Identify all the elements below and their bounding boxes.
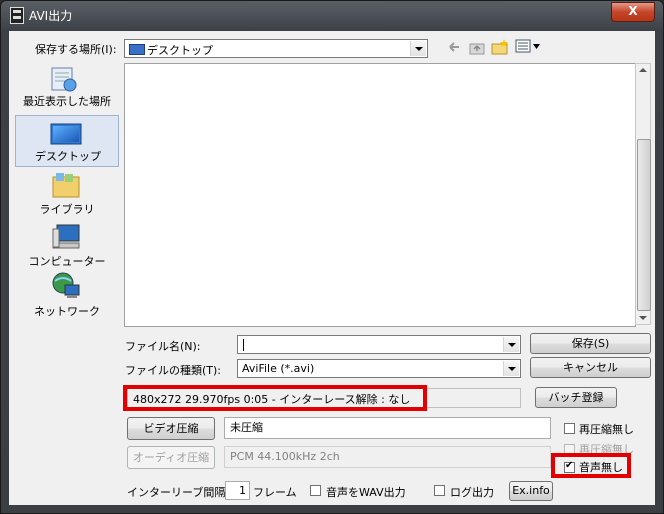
location-label: 保存する場所(I): bbox=[35, 43, 117, 56]
desktop-icon bbox=[50, 123, 82, 145]
wav-output-label: 音声をWAV出力 bbox=[326, 486, 406, 499]
location-value: デスクトップ bbox=[147, 44, 213, 57]
scroll-up-icon[interactable] bbox=[639, 68, 647, 72]
window-title: AVI出力 bbox=[29, 9, 73, 23]
cancel-button[interactable]: キャンセル bbox=[530, 357, 651, 378]
filename-input[interactable] bbox=[237, 335, 521, 354]
audio-compress-button[interactable]: オーディオ圧縮 bbox=[127, 446, 215, 469]
view-menu-icon[interactable] bbox=[515, 39, 541, 53]
title-bar[interactable]: AVI出力 X bbox=[1, 1, 663, 29]
place-label: 最近表示した場所 bbox=[23, 95, 111, 108]
place-computer[interactable]: コンピューター bbox=[15, 219, 119, 271]
place-desktop[interactable]: デスクトップ bbox=[15, 115, 119, 167]
film-icon bbox=[10, 7, 24, 24]
desktop-small-icon bbox=[129, 44, 145, 55]
interleave-label: インターリーブ間隔 : bbox=[127, 486, 233, 499]
file-list-scrollbar[interactable] bbox=[635, 63, 651, 325]
chevron-down-icon[interactable] bbox=[410, 41, 426, 56]
video-compress-button[interactable]: ビデオ圧縮 bbox=[127, 417, 215, 440]
log-output-checkbox[interactable] bbox=[434, 485, 445, 496]
log-output-label: ログ出力 bbox=[450, 486, 494, 499]
place-label: コンピューター bbox=[28, 255, 106, 268]
filetype-value: AviFile (*.avi) bbox=[242, 362, 315, 375]
places-bar: 最近表示した場所 デスクトップ ライブラリ コンピューター ネットワーク bbox=[15, 59, 119, 335]
place-recent[interactable]: 最近表示した場所 bbox=[15, 59, 119, 111]
place-label: ライブラリ bbox=[39, 203, 95, 216]
scroll-down-icon[interactable] bbox=[639, 316, 647, 320]
audio-codec-field: PCM 44.100kHz 2ch bbox=[224, 446, 551, 468]
up-folder-icon[interactable] bbox=[469, 39, 485, 55]
wav-output-checkbox[interactable] bbox=[310, 485, 321, 496]
close-button[interactable]: X bbox=[611, 2, 655, 22]
recompress-none-label: 再圧縮無し bbox=[579, 423, 634, 436]
highlight-box-no-audio bbox=[551, 453, 631, 478]
filetype-label: ファイルの種類(T): bbox=[125, 364, 222, 377]
text-caret bbox=[243, 339, 244, 351]
libraries-icon bbox=[52, 173, 80, 198]
chevron-down-icon[interactable] bbox=[503, 337, 519, 352]
recent-places-icon bbox=[51, 67, 77, 92]
place-label: デスクトップ bbox=[35, 150, 101, 163]
exinfo-button[interactable]: Ex.info bbox=[509, 481, 553, 501]
place-label: ネットワーク bbox=[34, 305, 100, 318]
recompress-none-checkbox[interactable] bbox=[564, 423, 575, 434]
file-list[interactable] bbox=[124, 63, 636, 327]
dialog-client: 保存する場所(I): デスクトップ 最近表示した場所 デスクトップ ライブラリ bbox=[9, 31, 655, 505]
back-arrow-icon[interactable] bbox=[447, 40, 461, 54]
scroll-thumb[interactable] bbox=[637, 139, 651, 311]
dialog-window: AVI出力 X 保存する場所(I): デスクトップ 最近表示した場所 デスクトッ… bbox=[0, 0, 664, 514]
interleave-unit: フレーム bbox=[253, 486, 297, 499]
video-codec-field: 未圧縮 bbox=[224, 417, 551, 439]
chevron-down-icon[interactable] bbox=[503, 361, 519, 376]
place-libraries[interactable]: ライブラリ bbox=[15, 167, 119, 219]
batch-register-button[interactable]: バッチ登録 bbox=[535, 387, 617, 408]
place-network[interactable]: ネットワーク bbox=[15, 269, 119, 321]
highlight-box-info bbox=[123, 385, 427, 411]
location-dropdown[interactable]: デスクトップ bbox=[124, 39, 428, 58]
interleave-input[interactable]: 1 bbox=[225, 481, 250, 500]
filetype-dropdown[interactable]: AviFile (*.avi) bbox=[237, 359, 521, 378]
save-button[interactable]: 保存(S) bbox=[530, 333, 651, 354]
computer-icon bbox=[52, 224, 80, 249]
network-icon bbox=[52, 272, 80, 298]
new-folder-icon[interactable] bbox=[491, 38, 509, 55]
filename-label: ファイル名(N): bbox=[125, 340, 201, 353]
